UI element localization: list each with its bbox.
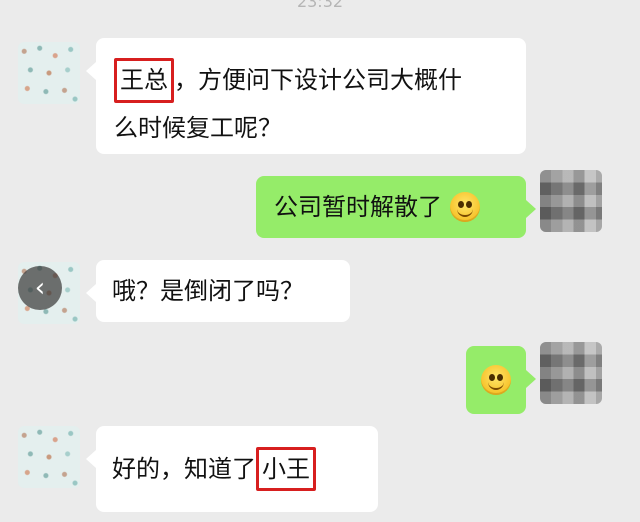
message-text: ，方便问下设计公司大概什 (174, 66, 462, 94)
received-message-bubble[interactable]: 好的，知道了 小王 (86, 426, 378, 512)
smile-emoji-icon (481, 365, 511, 395)
smile-emoji-icon (450, 192, 480, 222)
timestamp: 23:32 (296, 0, 344, 11)
message-text: 哦？是倒闭了吗？ (112, 276, 304, 305)
contact-avatar[interactable] (18, 426, 80, 488)
back-arrow-icon[interactable]: ‹ (18, 266, 62, 310)
name-highlight: 王总 (114, 58, 174, 103)
user-avatar[interactable] (540, 170, 602, 232)
received-message-bubble[interactable]: 哦？是倒闭了吗？ (86, 260, 350, 322)
message-text: 公司暂时解散了 (274, 192, 442, 221)
sent-message-bubble[interactable]: 公司暂时解散了 (256, 176, 536, 238)
sent-emoji-bubble[interactable] (466, 346, 536, 414)
contact-avatar[interactable] (18, 42, 80, 104)
message-text: 好的，知道了 (112, 454, 256, 483)
message-text: 么时候复工呢？ (114, 113, 282, 142)
user-avatar[interactable] (540, 342, 602, 404)
name-highlight: 小王 (256, 446, 316, 492)
received-message-bubble[interactable]: 王总 ，方便问下设计公司大概什 么时候复工呢？ (86, 38, 526, 154)
